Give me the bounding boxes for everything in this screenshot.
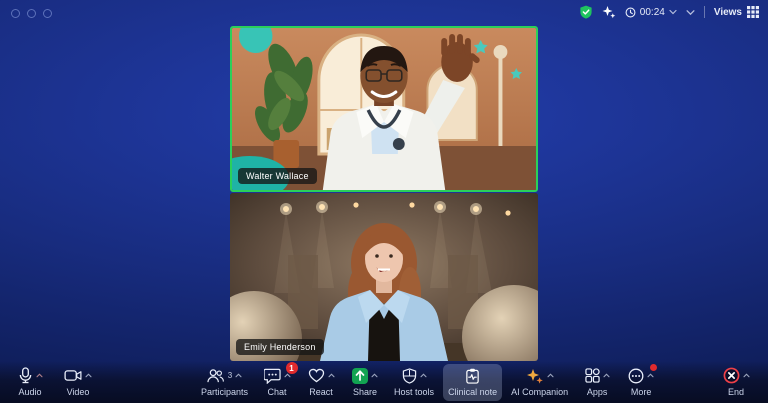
clinical-note-icon [466,368,479,384]
react-label: React [309,387,333,397]
share-screen-icon [352,367,369,384]
chevron-up-icon[interactable] [647,373,654,378]
react-button[interactable]: React [301,364,341,401]
toolbar-left-group: Audio Video [10,364,98,401]
chevron-up-icon[interactable] [235,373,242,378]
chevron-up-icon[interactable] [283,373,291,378]
chat-label: Chat [267,387,287,397]
shield-icon [402,367,416,384]
chevron-up-icon[interactable] [35,373,43,378]
share-button[interactable]: Share [345,364,385,401]
host-tools-label: Host tools [394,387,435,397]
views-button[interactable]: Views [714,6,759,18]
audio-label: Audio [18,387,42,397]
participants-icon [207,369,224,383]
views-label: Views [713,6,742,18]
participant-name-tag: Walter Wallace [238,168,317,184]
chevron-up-icon[interactable] [327,373,335,378]
video-button[interactable]: Video [58,364,98,401]
chat-bubble-icon [263,368,281,384]
ai-companion-label: AI Companion [511,387,569,397]
participants-label: Participants [201,387,249,397]
ellipsis-icon [628,368,644,383]
clinical-note-button[interactable]: Clinical note [443,364,503,401]
host-tools-button[interactable]: Host tools [389,364,439,401]
share-label: Share [353,387,378,397]
participants-button[interactable]: 3 Participants [196,364,253,401]
divider [703,6,705,18]
collapse-chevron-icon[interactable] [686,9,695,16]
ai-companion-sparkle-icon[interactable] [602,5,616,19]
window-controls [11,9,52,18]
clinical-note-label: Clinical note [448,387,498,397]
video-camera-icon [64,370,82,381]
chat-button[interactable]: 1 Chat [257,362,298,401]
video-feed-emily [230,193,538,361]
apps-label: Apps [586,387,608,397]
ai-companion-button[interactable]: AI Companion [506,364,573,401]
video-tile-emily-henderson[interactable]: Emily Henderson [230,193,538,361]
chevron-up-icon[interactable] [85,373,92,378]
chevron-up-icon[interactable] [603,373,610,378]
more-button[interactable]: More [621,364,661,401]
heart-icon [308,368,324,383]
participants-count: 3 [227,371,233,380]
chevron-down-icon [669,9,677,15]
toolbar-center-group: 3 Participants 1 Chat React Share Host t… [196,362,661,401]
apps-icon [584,368,600,383]
chevron-up-icon[interactable] [547,373,554,378]
grid-views-icon [747,6,759,18]
maximize-window-button[interactable] [43,9,52,18]
zoom-meeting-window: 00:24 Views Walter Wallace Emily Henders… [0,0,768,403]
video-label: Video [66,387,90,397]
video-feed-walter [232,28,536,190]
more-notification-dot [650,364,658,371]
video-stage: Walter Wallace Emily Henderson [230,26,538,361]
meeting-timer-value: 00:24 [639,6,665,18]
toolbar-right-group: End [716,364,756,401]
meeting-timer[interactable]: 00:24 [625,7,677,18]
meeting-info-bar: 00:24 Views [579,5,759,19]
end-button[interactable]: End [716,364,756,401]
video-tile-walter-wallace[interactable]: Walter Wallace [230,26,538,192]
participant-name-tag: Emily Henderson [236,339,324,355]
chevron-up-icon[interactable] [742,373,750,378]
meeting-toolbar: Audio Video 3 Participants 1 Chat React … [0,361,768,403]
chevron-up-icon[interactable] [420,373,427,378]
microphone-icon [19,367,31,384]
ai-sparkle-icon [526,368,543,384]
clock-icon [625,7,636,17]
security-shield-check-icon[interactable] [579,5,593,19]
chevron-up-icon[interactable] [371,373,378,378]
audio-button[interactable]: Audio [10,364,50,401]
close-window-button[interactable] [11,9,20,18]
end-label: End [727,387,744,397]
more-label: More [630,387,652,397]
apps-button[interactable]: Apps [577,364,617,401]
minimize-window-button[interactable] [27,9,36,18]
end-call-icon [723,367,739,384]
